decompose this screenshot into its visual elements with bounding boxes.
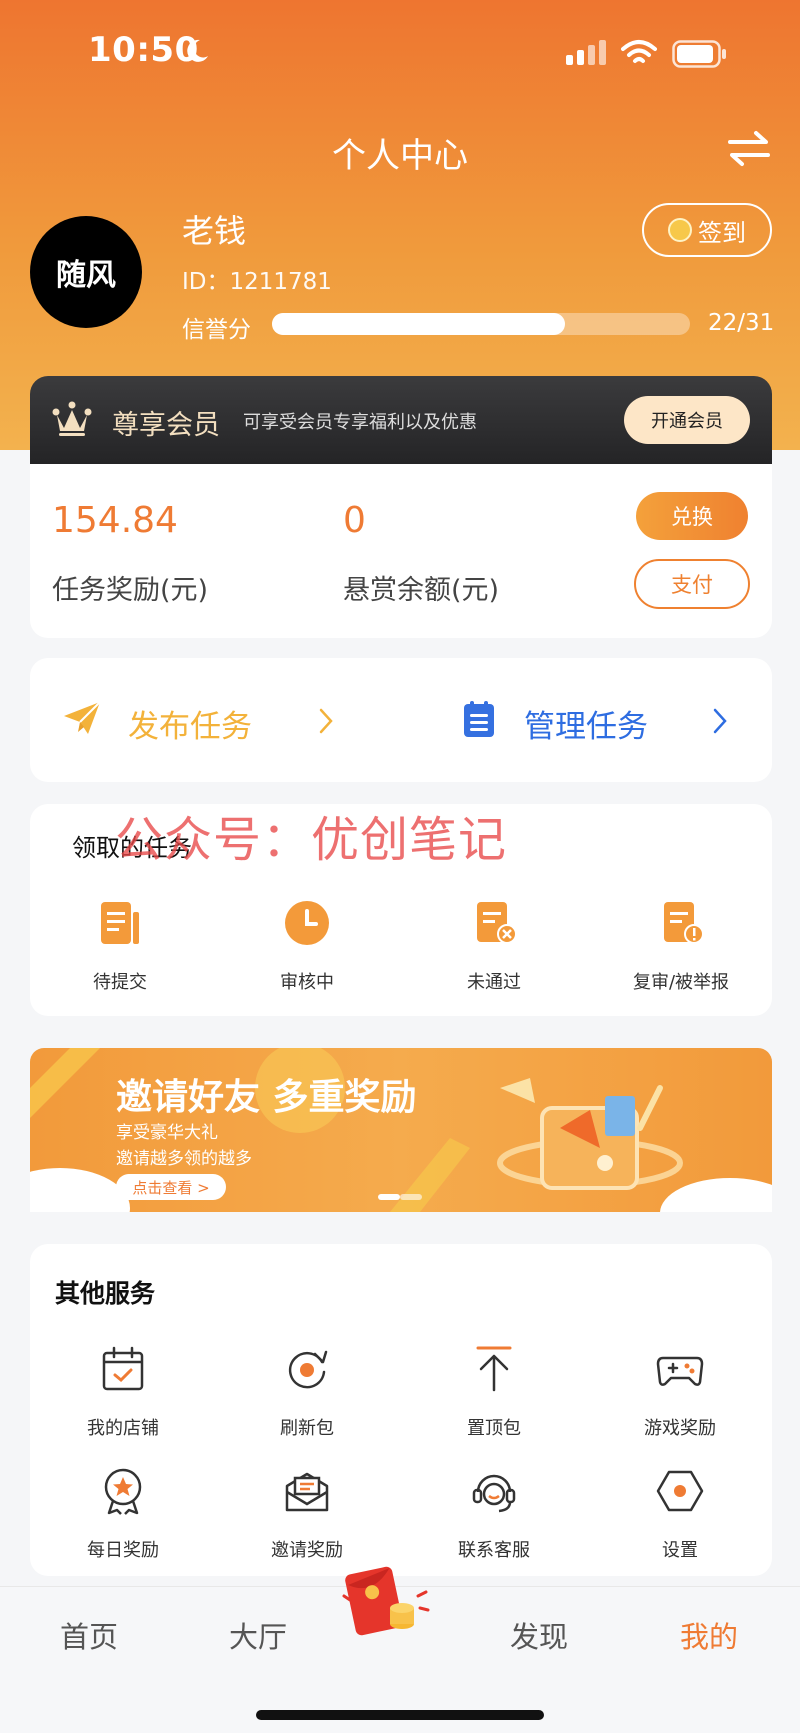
headset-icon [472, 1474, 516, 1513]
task-reward-value: 154.84 [52, 500, 178, 541]
other-services-title: 其他服务 [55, 1279, 156, 1308]
task-status-rejected[interactable]: 未通过 [444, 898, 544, 994]
manage-task-link[interactable]: 管理任务 [524, 701, 648, 746]
envelope-icon [285, 1472, 329, 1512]
task-status-label: 待提交 [93, 972, 147, 993]
credit-score-bar [272, 313, 690, 335]
service-invite-reward[interactable]: 邀请奖励 [257, 1466, 357, 1562]
paper-plane-icon[interactable] [62, 700, 102, 738]
task-status-label: 未通过 [467, 972, 521, 993]
tab-home[interactable]: 首页 [60, 1614, 118, 1656]
task-reward-label: 任务奖励(元) [52, 575, 209, 606]
tab-mine[interactable]: 我的 [680, 1614, 738, 1656]
service-label: 邀请奖励 [271, 1540, 343, 1561]
service-label: 联系客服 [458, 1540, 530, 1561]
switch-account-icon[interactable] [726, 126, 772, 170]
moon-icon [187, 39, 208, 62]
page-title: 个人中心 [332, 136, 468, 176]
vip-description: 可享受会员专享福利以及优惠 [243, 412, 477, 433]
home-indicator [256, 1710, 544, 1720]
service-refresh-pack[interactable]: 刷新包 [257, 1344, 357, 1440]
balance-card [30, 464, 772, 638]
signal-icon [566, 40, 610, 65]
settings-hexagon-icon [656, 1470, 704, 1512]
credit-score-fill [272, 313, 565, 335]
watermark-text: 公众号：优创笔记 [115, 812, 508, 868]
credit-score-value: 22/31 [708, 310, 775, 336]
checkin-button[interactable]: 签到 [642, 203, 772, 257]
crown-icon [52, 401, 92, 436]
banner-pagination [378, 1186, 422, 1205]
avatar[interactable]: 随风 [30, 216, 142, 328]
service-daily-reward[interactable]: 每日奖励 [73, 1466, 173, 1562]
document-rejected-icon [477, 902, 517, 944]
task-status-reviewing[interactable]: 审核中 [257, 898, 357, 994]
clipboard-icon[interactable] [462, 700, 496, 738]
credit-score-label: 信誉分 [182, 317, 251, 343]
document-warning-icon [664, 902, 704, 944]
battery-icon [672, 40, 726, 68]
service-label: 置顶包 [467, 1418, 521, 1439]
refresh-icon [288, 1350, 328, 1389]
service-customer-support[interactable]: 联系客服 [444, 1466, 544, 1562]
task-status-reported[interactable]: 复审/被举报 [616, 898, 746, 994]
checkin-label: 签到 [698, 218, 746, 247]
exchange-button[interactable]: 兑换 [636, 492, 748, 540]
tab-hall[interactable]: 大厅 [229, 1614, 287, 1656]
username: 老钱 [182, 212, 247, 250]
service-game-reward[interactable]: 游戏奖励 [630, 1344, 730, 1440]
service-label: 刷新包 [280, 1418, 334, 1439]
pin-to-top-icon [476, 1346, 512, 1392]
bounty-balance-label: 悬赏余额(元) [343, 575, 500, 606]
task-status-label: 复审/被举报 [632, 972, 730, 993]
service-my-shop[interactable]: 我的店铺 [73, 1344, 173, 1440]
publish-task-link[interactable]: 发布任务 [128, 701, 252, 746]
banner-view-button[interactable]: 点击查看 > [116, 1174, 226, 1200]
service-label: 我的店铺 [87, 1418, 159, 1439]
coin-icon [668, 218, 692, 242]
medal-icon [104, 1468, 142, 1515]
red-packet-icon[interactable] [340, 1566, 432, 1638]
task-status-pending-submit[interactable]: 待提交 [70, 898, 170, 994]
status-time: 10:50 [88, 30, 199, 70]
service-pin-pack[interactable]: 置顶包 [444, 1344, 544, 1440]
vip-title: 尊享会员 [112, 410, 220, 441]
service-label: 每日奖励 [87, 1540, 159, 1561]
pay-button[interactable]: 支付 [634, 559, 750, 609]
clock-icon [285, 901, 329, 945]
service-settings[interactable]: 设置 [630, 1466, 730, 1562]
wifi-icon [621, 40, 657, 63]
user-id: ID：1211781 [182, 269, 332, 295]
chevron-right-icon [319, 708, 333, 734]
task-status-label: 审核中 [280, 972, 334, 993]
bounty-balance-value: 0 [343, 500, 366, 541]
banner-subtitle: 邀请越多领的越多 [116, 1149, 252, 1169]
document-icon [101, 902, 139, 944]
service-label: 游戏奖励 [644, 1418, 716, 1439]
chevron-right-icon [713, 708, 727, 734]
banner-title: 邀请好友 多重奖励 [116, 1077, 417, 1118]
calendar-icon [102, 1346, 144, 1391]
open-vip-button[interactable]: 开通会员 [624, 396, 750, 444]
service-label: 设置 [662, 1540, 698, 1561]
tab-discover[interactable]: 发现 [510, 1614, 568, 1656]
banner-subtitle: 享受豪华大礼 [116, 1123, 218, 1143]
gamepad-icon [656, 1356, 704, 1386]
